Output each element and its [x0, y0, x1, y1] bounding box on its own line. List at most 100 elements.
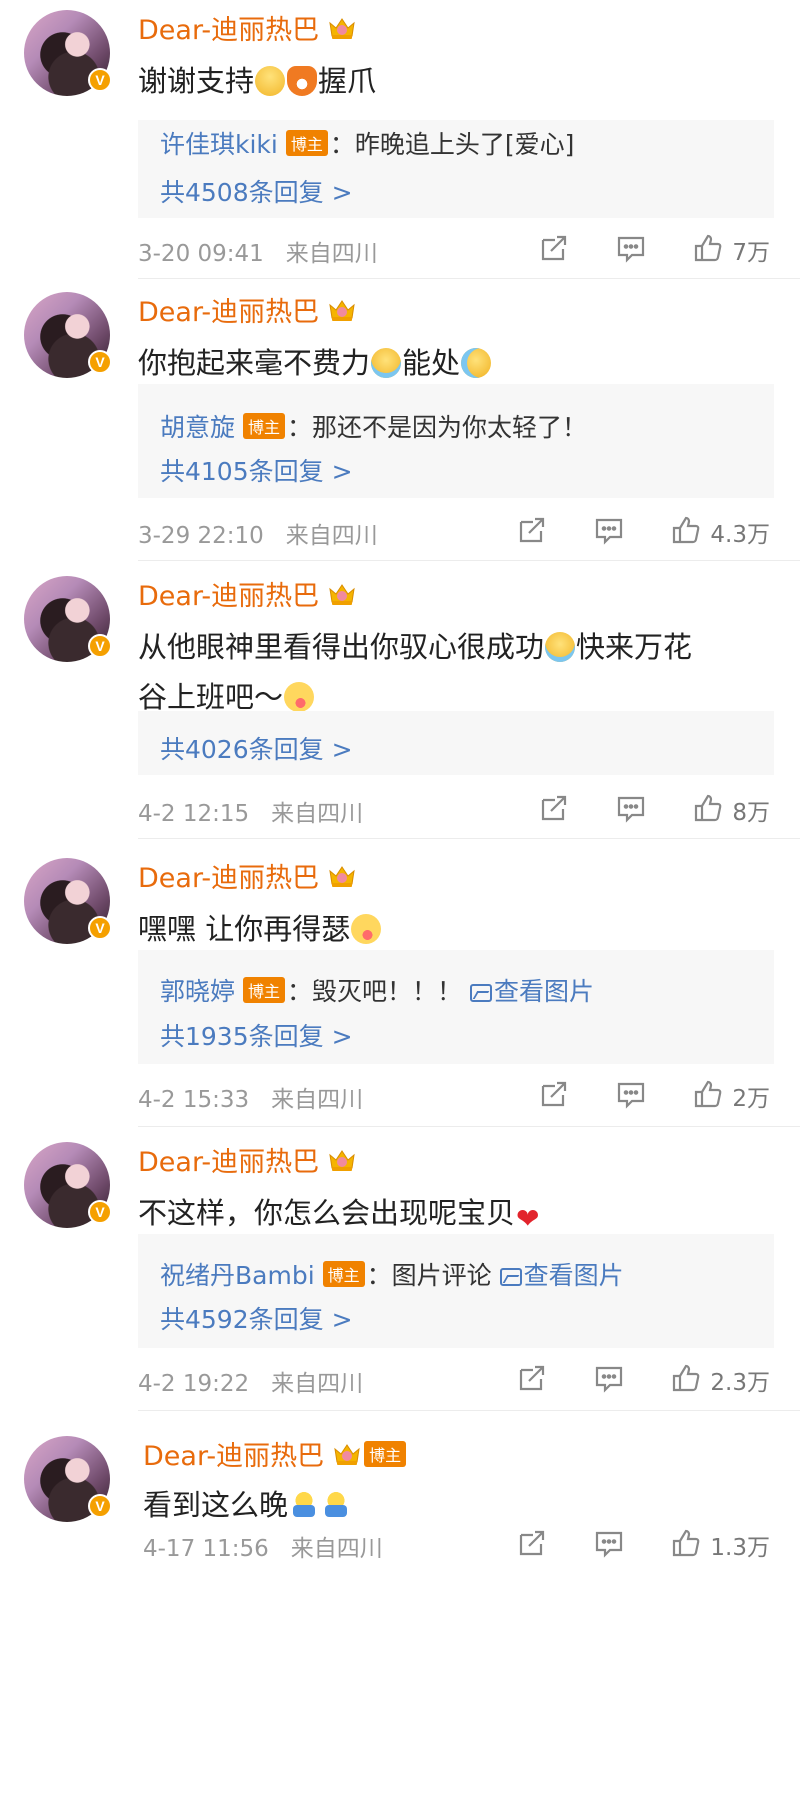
reply-author[interactable]: 许佳琪kiki	[160, 130, 278, 159]
comment-header: Dear-迪丽热巴 博主	[143, 1434, 407, 1473]
repost-button[interactable]	[538, 1078, 570, 1114]
comment-header: Dear-迪丽热巴	[138, 290, 357, 329]
location: 来自四川	[285, 241, 378, 267]
like-button[interactable]: 8万	[692, 792, 770, 828]
tongue-emoji-icon	[284, 682, 315, 712]
comment-header: Dear-迪丽热巴	[138, 574, 357, 613]
comment-actions: 4.3万	[471, 514, 770, 550]
reply-button[interactable]	[593, 1527, 625, 1563]
reply-box[interactable]: 共4026条回复 >	[138, 711, 774, 775]
comment-actions: 2.3万	[471, 1362, 770, 1398]
reply-author[interactable]: 祝绪丹Bambi	[160, 1261, 315, 1290]
like-button[interactable]: 2万	[692, 1078, 770, 1114]
like-count: 4.3万	[710, 522, 770, 548]
like-button[interactable]: 2.3万	[670, 1362, 770, 1398]
reply-button[interactable]	[615, 232, 647, 268]
reply-box[interactable]: 许佳琪kiki 博主 ：昨晚追上头了[爱心] 共4508条回复 >	[138, 120, 774, 218]
like-button[interactable]: 7万	[692, 232, 770, 268]
verified-badge: V	[88, 916, 112, 940]
timestamp: 4-17 11:56	[143, 1536, 269, 1562]
divider	[138, 1126, 800, 1127]
username[interactable]: Dear-迪丽热巴	[138, 290, 319, 329]
verified-badge: V	[88, 634, 112, 658]
view-image-link[interactable]: 查看图片	[470, 977, 594, 1006]
reply-count-link[interactable]: 共4105条回复 >	[160, 452, 353, 488]
repost-button[interactable]	[516, 1527, 548, 1563]
fox-emoji-icon	[287, 66, 318, 96]
grin-emoji-icon	[255, 66, 286, 96]
avatar[interactable]: V	[24, 10, 112, 96]
comment-text-fragment: 谢谢支持	[138, 64, 255, 98]
repost-button[interactable]	[538, 232, 570, 268]
username[interactable]: Dear-迪丽热巴	[143, 1434, 324, 1473]
comment-item: V Dear-迪丽热巴 谢谢支持 握爪 许佳琪kiki 博主 ：昨晚追上头了[爱心] …	[0, 0, 800, 280]
thumbs-up-icon	[670, 1527, 702, 1563]
crown-icon	[327, 15, 357, 41]
share-icon	[516, 1527, 548, 1563]
comment-text: 从他眼神里看得出你驭心很成功 快来万花 谷上班吧～	[138, 622, 778, 722]
divider	[138, 278, 800, 279]
reply-button[interactable]	[593, 514, 625, 550]
avatar[interactable]: V	[24, 1436, 112, 1522]
reply-preview[interactable]: 祝绪丹Bambi 博主 ：图片评论 查看图片	[160, 1256, 624, 1292]
username[interactable]: Dear-迪丽热巴	[138, 1140, 319, 1179]
comment-actions: 1.3万	[471, 1527, 770, 1563]
reply-preview[interactable]: 胡意旋 博主 ：那还不是因为你太轻了！	[160, 408, 587, 444]
like-button[interactable]: 4.3万	[670, 514, 770, 550]
avatar[interactable]: V	[24, 576, 112, 662]
username[interactable]: Dear-迪丽热巴	[138, 8, 319, 47]
reply-button[interactable]	[593, 1362, 625, 1398]
share-icon	[538, 1078, 570, 1114]
comment-actions: 2万	[493, 1078, 770, 1114]
crown-icon	[327, 297, 357, 323]
repost-button[interactable]	[516, 514, 548, 550]
location: 来自四川	[290, 1536, 383, 1562]
comment-meta: 4-17 11:56 来自四川	[143, 1529, 383, 1563]
blogger-tag: 博主	[243, 977, 286, 1003]
avatar[interactable]: V	[24, 292, 112, 378]
shy-emoji-icon	[289, 1490, 320, 1520]
reply-count-link[interactable]: 共1935条回复 >	[160, 1017, 353, 1053]
comment-text-fragment: 快来万花	[576, 630, 693, 664]
reply-count-link[interactable]: 共4592条回复 >	[160, 1300, 353, 1336]
reply-author[interactable]: 胡意旋	[160, 413, 235, 442]
comment-meta: 3-20 09:41 来自四川	[138, 234, 378, 268]
reply-count-link[interactable]: 共4026条回复 >	[160, 730, 353, 766]
reply-box[interactable]: 祝绪丹Bambi 博主 ：图片评论 查看图片 共4592条回复 >	[138, 1234, 774, 1348]
crown-icon	[327, 1147, 357, 1173]
avatar[interactable]: V	[24, 858, 112, 944]
like-button[interactable]: 1.3万	[670, 1527, 770, 1563]
location: 来自四川	[271, 1371, 364, 1397]
view-image-link[interactable]: 查看图片	[499, 1261, 624, 1290]
share-icon	[516, 1362, 548, 1398]
reply-box[interactable]: 胡意旋 博主 ：那还不是因为你太轻了！ 共4105条回复 >	[138, 384, 774, 498]
repost-button[interactable]	[516, 1362, 548, 1398]
reply-button[interactable]	[615, 1078, 647, 1114]
reply-preview[interactable]: 郭晓婷 博主 ：毁灭吧！！！ 查看图片	[160, 972, 594, 1008]
comment-text: 谢谢支持 握爪	[138, 56, 778, 106]
comment-text: 你抱起来毫不费力 能处	[138, 338, 778, 388]
reply-box[interactable]: 郭晓婷 博主 ：毁灭吧！！！ 查看图片 共1935条回复 >	[138, 950, 774, 1064]
reply-author[interactable]: 郭晓婷	[160, 977, 235, 1006]
username[interactable]: Dear-迪丽热巴	[138, 574, 319, 613]
comment-icon	[615, 232, 647, 268]
avatar[interactable]: V	[24, 1142, 112, 1228]
share-icon	[538, 792, 570, 828]
like-count: 1.3万	[710, 1535, 770, 1561]
verified-badge: V	[88, 1494, 112, 1518]
repost-button[interactable]	[538, 792, 570, 828]
comment-icon	[615, 1078, 647, 1114]
reply-button[interactable]	[615, 792, 647, 828]
reply-count-link[interactable]: 共4508条回复 >	[160, 173, 353, 209]
comment-text-fragment: 握爪	[318, 64, 377, 98]
location: 来自四川	[271, 801, 364, 827]
share-icon	[516, 514, 548, 550]
comment-meta: 4-2 12:15 来自四川	[138, 794, 363, 828]
comment-meta: 4-2 19:22 来自四川	[138, 1364, 363, 1398]
comment-text-fragment: 看到这么晚	[143, 1488, 289, 1522]
blogger-tag: 博主	[322, 1261, 365, 1287]
like-count: 8万	[732, 800, 770, 826]
divider	[138, 838, 800, 839]
username[interactable]: Dear-迪丽热巴	[138, 856, 319, 895]
reply-preview[interactable]: 许佳琪kiki 博主 ：昨晚追上头了[爱心]	[160, 125, 574, 161]
